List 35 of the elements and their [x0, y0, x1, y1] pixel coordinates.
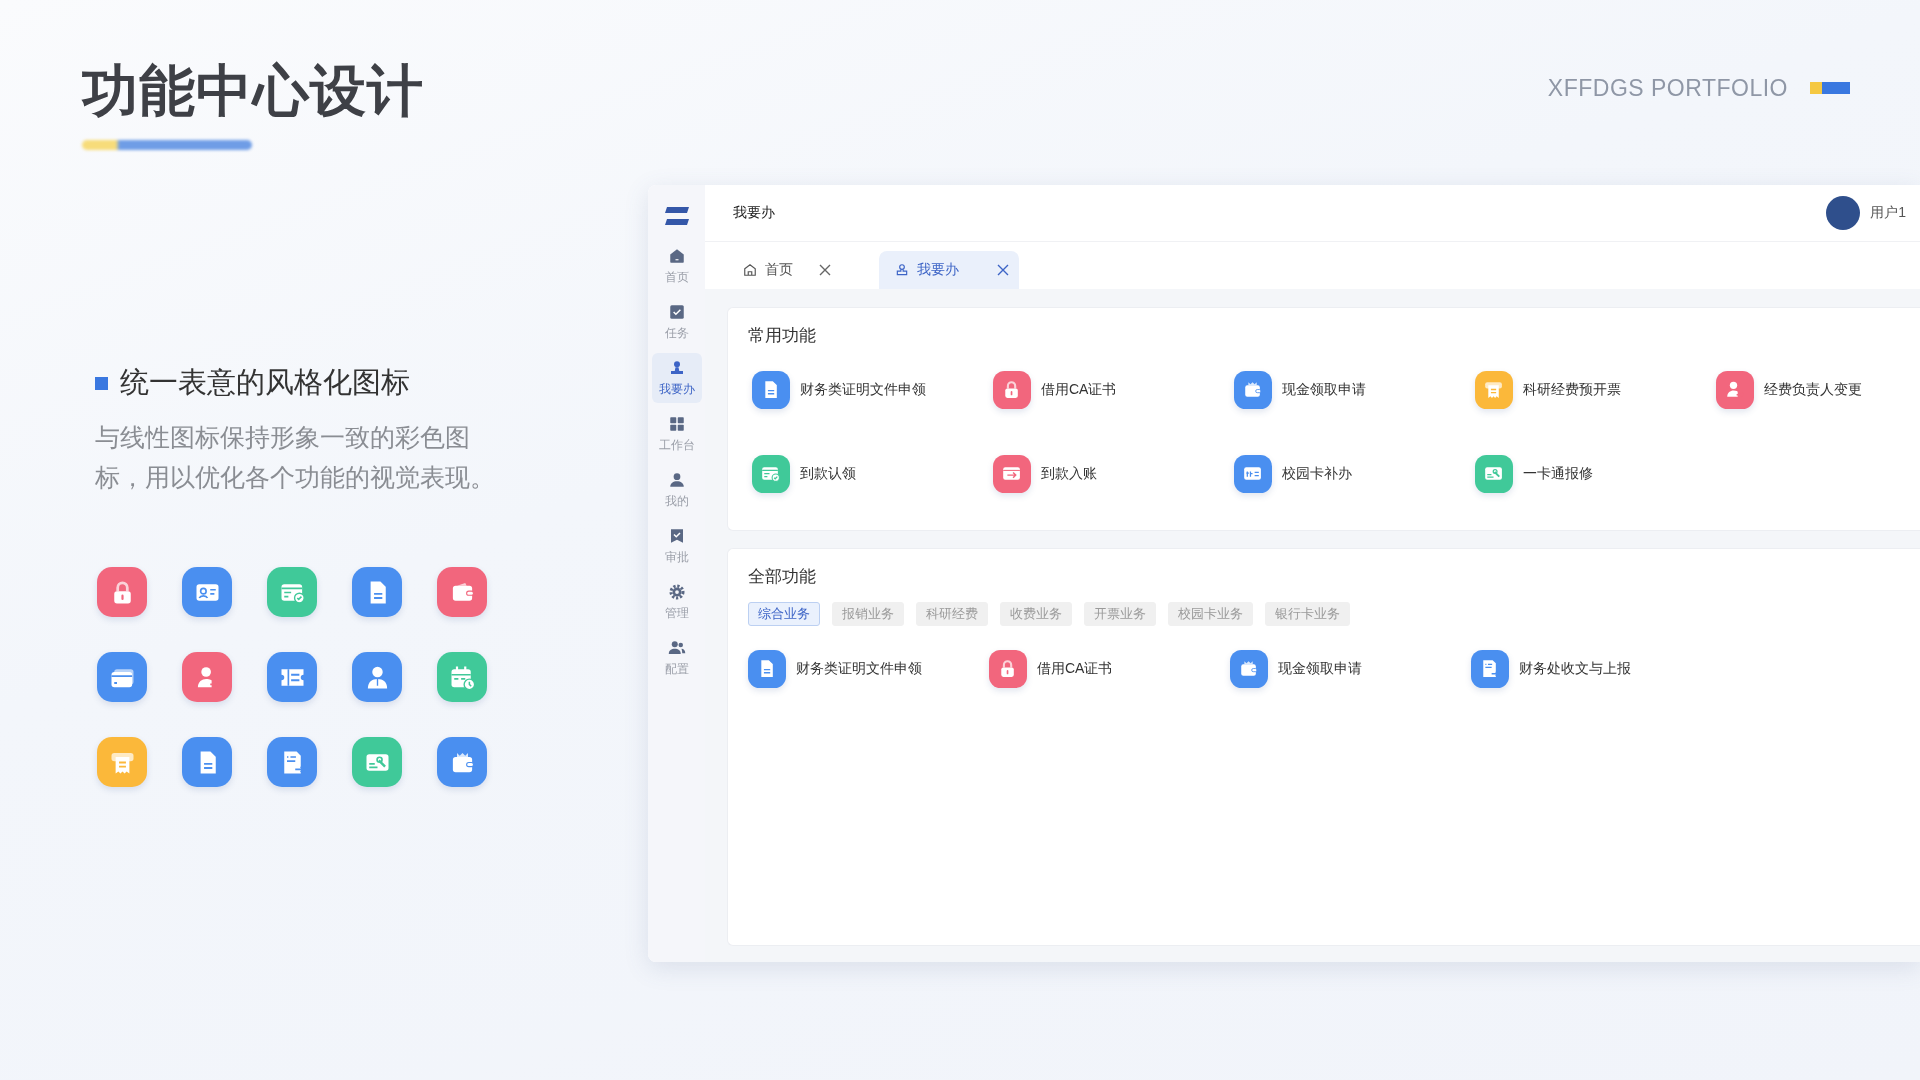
page-title: 我要办	[733, 204, 775, 222]
section-title: 全部功能	[748, 566, 817, 588]
avatar[interactable]	[1826, 196, 1861, 230]
user-name: 用户1	[1870, 204, 1906, 222]
flag-icon	[1810, 82, 1850, 94]
tab[interactable]: 首页	[727, 251, 841, 289]
close-icon[interactable]	[997, 264, 1009, 276]
tab[interactable]: 我要办	[879, 251, 1019, 289]
section-title: 常用功能	[748, 325, 817, 347]
function-link[interactable]: 财务处收文与上报	[1471, 650, 1631, 688]
filter-chip[interactable]: 综合业务	[748, 602, 820, 626]
function-link[interactable]: 到款入账	[993, 455, 1097, 493]
function-link[interactable]: 现金领取申请	[1234, 371, 1366, 409]
brand-text: XFFDGS PORTFOLIO	[1547, 74, 1788, 102]
function-link[interactable]: 借用CA证书	[993, 371, 1117, 409]
section-heading: 统一表意的风格化图标	[120, 365, 410, 400]
function-link[interactable]: 到款认领	[752, 455, 856, 493]
function-link[interactable]: 财务类证明文件申领	[752, 371, 926, 409]
function-link[interactable]: 现金领取申请	[1230, 650, 1362, 688]
sidebar-item[interactable]: 配置	[651, 633, 702, 683]
bullet-square	[95, 376, 108, 390]
sidebar-item[interactable]: 首页	[651, 241, 702, 291]
function-link[interactable]: 科研经费预开票	[1475, 371, 1621, 409]
function-link[interactable]: 校园卡补办	[1234, 455, 1352, 493]
function-link[interactable]: 借用CA证书	[989, 650, 1113, 688]
description: 与线性图标保持形象一致的彩色图标，用以优化各个功能的视觉表现。	[95, 422, 496, 493]
close-icon[interactable]	[819, 264, 831, 276]
sidebar-item[interactable]: 我要办	[651, 353, 702, 403]
function-link[interactable]: 财务类证明文件申领	[748, 650, 922, 688]
logo-icon	[662, 205, 691, 227]
function-link[interactable]: 一卡通报修	[1475, 455, 1593, 493]
slide-title: 功能中心设计	[82, 58, 424, 124]
sidebar-item[interactable]: 审批	[651, 521, 702, 571]
sidebar-item[interactable]: 管理	[651, 577, 702, 627]
function-link[interactable]: 经费负责人变更	[1716, 371, 1862, 409]
